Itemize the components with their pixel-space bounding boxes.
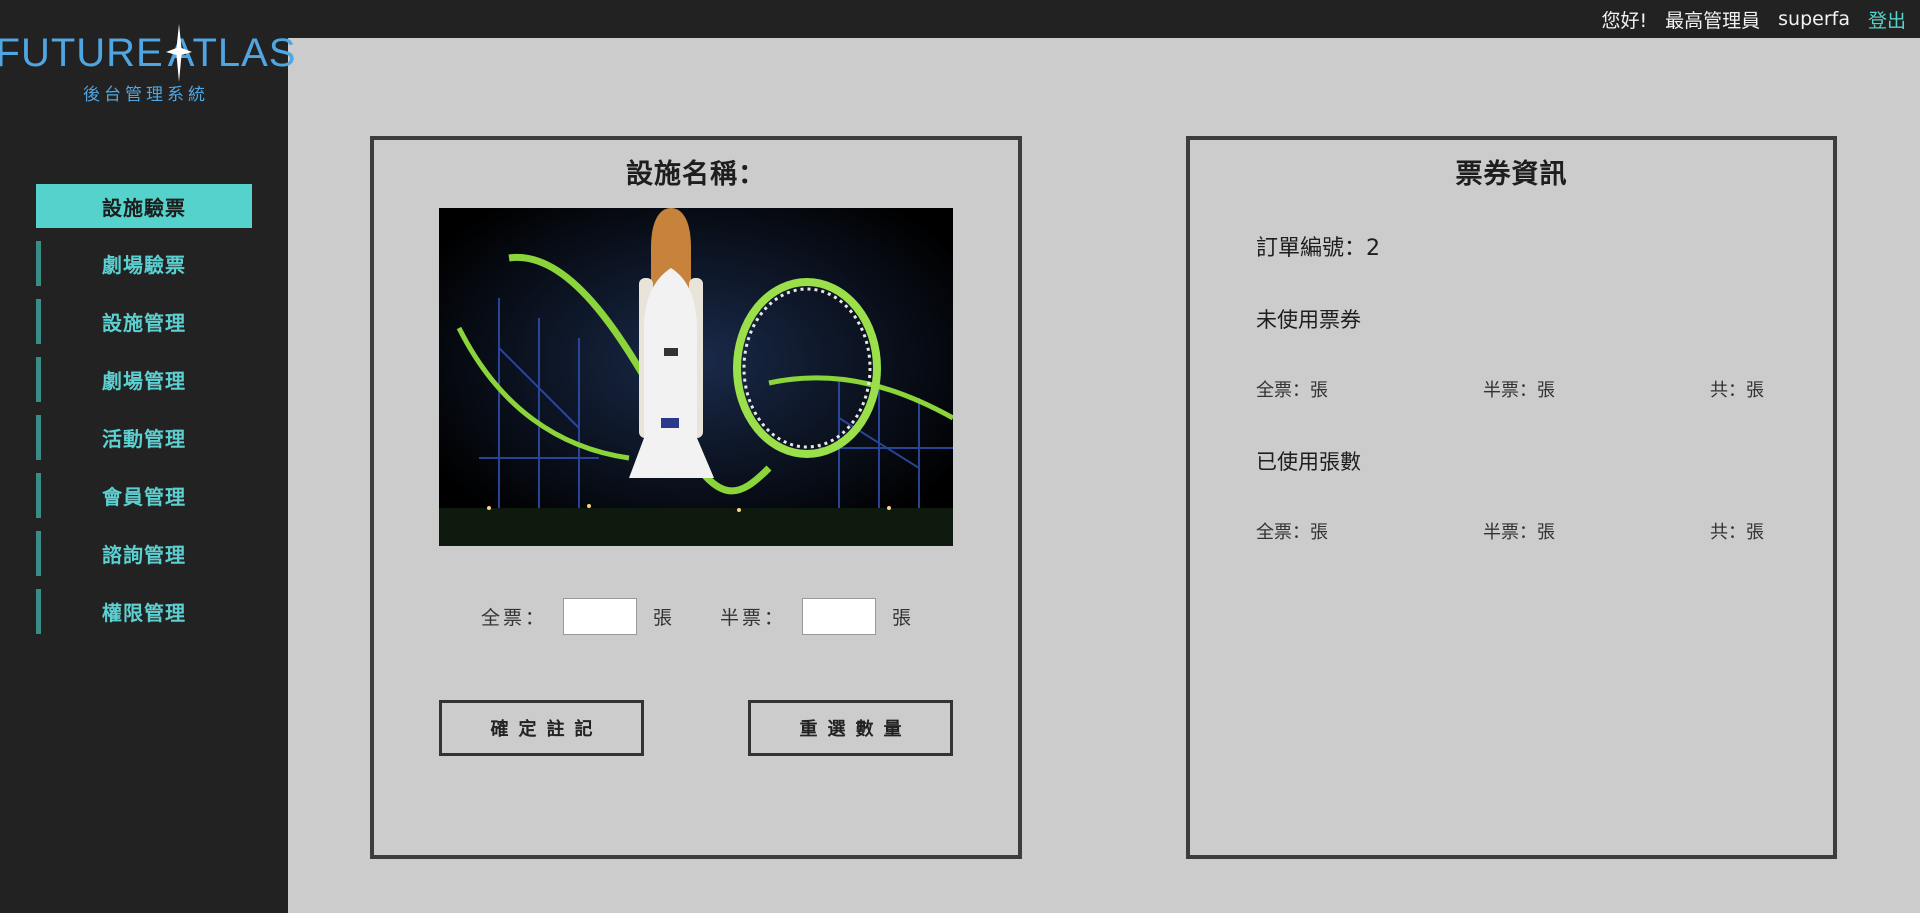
sidebar-nav: 設施驗票 劇場驗票 設施管理 劇場管理 活動管理 會員管理 諮詢管理 權限管理 xyxy=(36,184,252,647)
reset-quantity-button[interactable]: 重選數量 xyxy=(748,700,953,756)
username: superfa xyxy=(1778,8,1850,30)
facility-panel-title: 設施名稱： xyxy=(626,159,766,190)
logout-link[interactable]: 登出 xyxy=(1868,6,1906,33)
sidebar-item-label: 會員管理 xyxy=(102,485,186,509)
topbar: 您好! 最高管理員 superfa 登出 xyxy=(288,0,1920,38)
used-total-count: 共：張 xyxy=(1710,522,1764,543)
sidebar-item-facility-check[interactable]: 設施驗票 xyxy=(36,184,252,228)
facility-photo xyxy=(439,208,953,546)
ticket-info-panel: 票券資訊 訂單編號：2 未使用票券 全票：張 半票：張 共：張 已使用張數 全票… xyxy=(1186,136,1837,859)
sidebar-item-label: 劇場管理 xyxy=(102,369,186,393)
logo-subtitle: 後台管理系統 xyxy=(83,85,209,105)
unused-half-count: 半票：張 xyxy=(1483,380,1555,401)
facility-panel: 設施名稱： 全票： 張 半票： 張 確定註記 重選數量 xyxy=(370,136,1022,859)
sidebar-item-facility-management[interactable]: 設施管理 xyxy=(36,299,252,344)
ticket-info-title: 票券資訊 xyxy=(1455,159,1568,190)
sidebar-item-theater-management[interactable]: 劇場管理 xyxy=(36,357,252,402)
order-number: 訂單編號：2 xyxy=(1256,236,1380,261)
sidebar-item-inquiry-management[interactable]: 諮詢管理 xyxy=(36,531,252,576)
sidebar-item-label: 權限管理 xyxy=(102,601,186,625)
sidebar-item-member-management[interactable]: 會員管理 xyxy=(36,473,252,518)
unused-tickets-heading: 未使用票券 xyxy=(1256,308,1361,332)
full-ticket-label: 全票： xyxy=(480,607,547,629)
sidebar-item-label: 設施管理 xyxy=(102,311,186,335)
ticket-quantity-row: 全票： 張 半票： 張 xyxy=(374,598,1018,635)
greeting-text: 您好! xyxy=(1601,9,1648,32)
used-half-count: 半票：張 xyxy=(1483,522,1555,543)
logo[interactable]: FUTURE ATLAS 後台管理系統 xyxy=(0,24,295,114)
sidebar-item-label: 諮詢管理 xyxy=(102,543,186,567)
unused-full-count: 全票：張 xyxy=(1256,380,1328,401)
sidebar-item-theater-check[interactable]: 劇場驗票 xyxy=(36,241,252,286)
half-ticket-input[interactable] xyxy=(802,598,877,635)
confirm-mark-button[interactable]: 確定註記 xyxy=(439,700,644,756)
sidebar-item-label: 設施驗票 xyxy=(102,195,186,220)
sidebar: FUTURE ATLAS 後台管理系統 設施驗票 劇場驗票 設施管理 劇場管理 … xyxy=(0,0,295,913)
user-role: 最高管理員 xyxy=(1665,9,1761,32)
sidebar-item-label: 劇場驗票 xyxy=(102,253,186,277)
unused-total-count: 共：張 xyxy=(1710,380,1764,401)
used-full-count: 全票：張 xyxy=(1256,522,1328,543)
sidebar-item-label: 活動管理 xyxy=(102,427,186,451)
full-ticket-input[interactable] xyxy=(562,598,637,635)
full-ticket-unit: 張 xyxy=(652,607,672,629)
half-ticket-label: 半票： xyxy=(720,607,787,629)
sidebar-item-event-management[interactable]: 活動管理 xyxy=(36,415,252,460)
used-tickets-heading: 已使用張數 xyxy=(1256,450,1361,474)
half-ticket-unit: 張 xyxy=(892,607,912,629)
sidebar-item-permission-management[interactable]: 權限管理 xyxy=(36,589,252,634)
logo-title: FUTURE ATLAS xyxy=(0,24,295,82)
logo-title-left: FUTURE xyxy=(0,31,164,75)
